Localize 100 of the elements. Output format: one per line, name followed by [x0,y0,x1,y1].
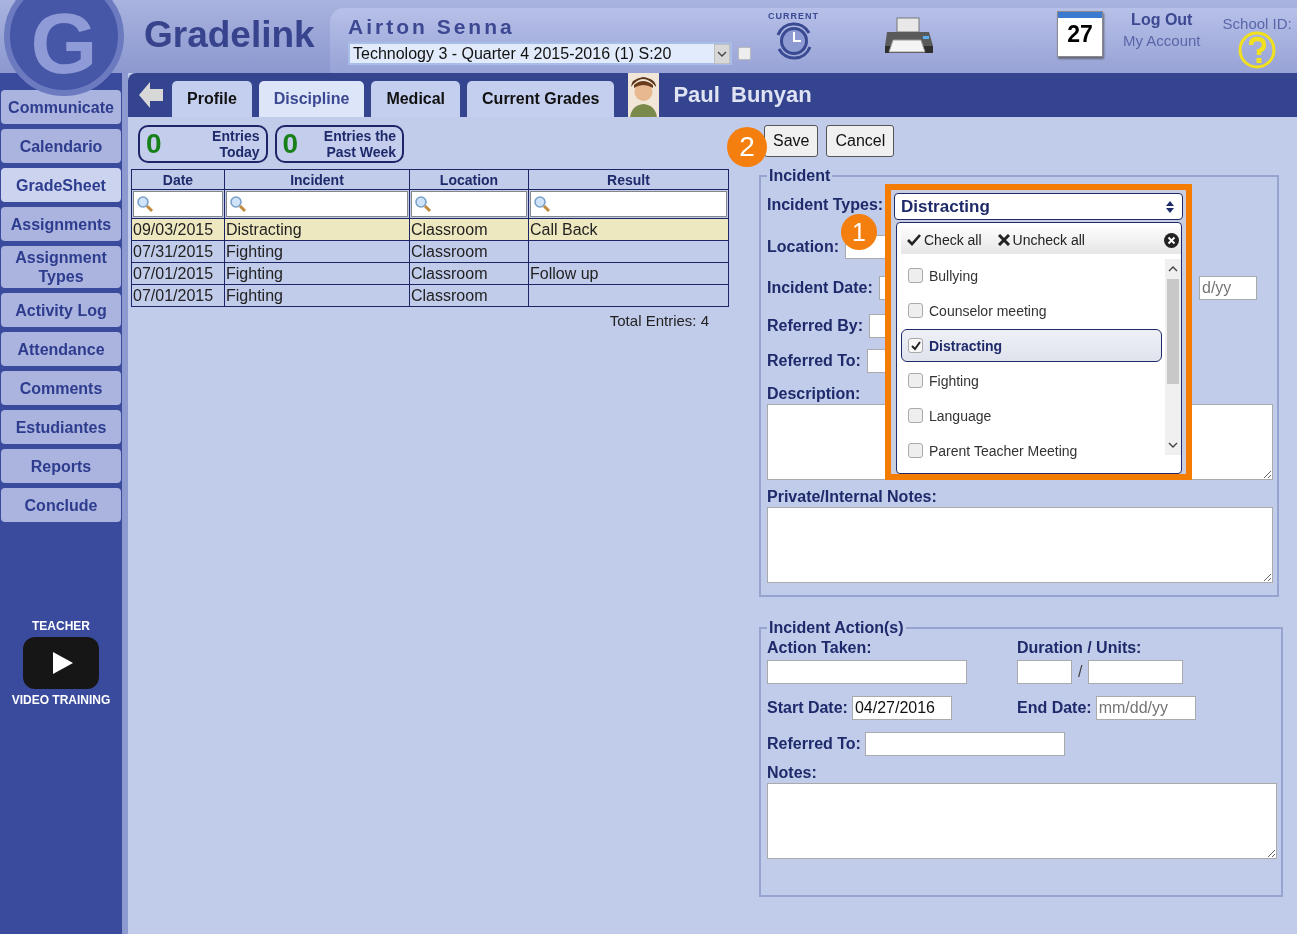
total-entries: Total Entries: 4 [609,312,709,329]
check-icon [907,234,921,246]
table-cell: Classroom [411,242,488,260]
step-number-badge: 1 [841,214,877,250]
date-field[interactable]: mm/dd/yy [1095,696,1196,720]
sidebar-item[interactable]: Assignment Types [1,246,121,288]
checkbox[interactable] [908,373,923,388]
search-field[interactable] [530,191,727,217]
field-label: Notes: [767,764,817,782]
checkbox[interactable] [908,338,923,353]
sidebar-item[interactable]: Activity Log [1,293,121,327]
input-field[interactable] [767,660,967,684]
action-button[interactable]: Cancel [826,125,895,157]
sidebar-item[interactable]: Reports [1,449,121,483]
close-icon [1164,232,1179,248]
input-field[interactable] [864,732,1065,756]
option-item[interactable]: Fighting [901,364,1162,397]
caret-icon [714,43,730,64]
class-select[interactable]: Technology 3 - Quarter 4 2015-2016 (1) S:20 [348,42,732,65]
table-cell: 07/01/2015 [133,286,214,304]
option-item[interactable]: Parent Teacher Meeting [901,434,1162,467]
option-item[interactable]: Distracting [901,329,1162,362]
sidebar-item[interactable]: Communicate [1,90,121,124]
option-item[interactable]: Bullying [901,259,1162,292]
logo-text: Gradelink [144,14,316,57]
tab[interactable]: Medical [371,81,461,117]
tab[interactable]: Current Grades [467,81,615,117]
option-item[interactable]: Counselor meeting [901,294,1162,327]
table-cell: Classroom [411,264,488,282]
student-name: Paul Bunyan [673,82,812,108]
search-field[interactable] [226,191,408,217]
field-label: Duration / Units: [1017,639,1143,657]
sidebar-item[interactable]: Conclude [1,488,121,522]
count-label: Entries Today [211,128,260,160]
date-field[interactable]: 04/27/2016 [851,696,952,720]
search-field[interactable] [411,191,527,217]
table-cell: Fighting [226,242,283,260]
checkbox[interactable] [908,408,923,423]
text-area[interactable] [767,507,1273,583]
uncheck-all-link[interactable]: Uncheck all [997,232,1085,248]
checkbox[interactable] [738,47,751,60]
check-all-link[interactable]: Check all [907,232,982,248]
table-cell: Classroom [411,220,488,238]
field-label: Private/Internal Notes: [767,488,937,506]
checkbox[interactable] [908,268,923,283]
tab[interactable]: Discipline [258,81,365,117]
section-legend: Incident [767,167,833,185]
table-cell: Fighting [226,264,283,282]
tab[interactable]: Profile [172,81,252,117]
field-label: Incident Types: [767,196,884,214]
count-number: 0 [146,128,162,160]
log-out-link[interactable]: Log Out [1131,11,1193,29]
current-label: CURRENT [768,11,819,21]
table-cell: Distracting [226,220,302,238]
school-id-label: School ID: [1222,15,1292,32]
section-legend: Incident Action(s) [767,619,906,637]
column-header[interactable]: Date [131,169,225,190]
sidebar-item[interactable]: Comments [1,371,121,405]
sidebar-item[interactable]: Assignments [1,207,121,241]
date-field[interactable]: d/yy [1199,276,1257,300]
table-cell: 07/31/2015 [133,242,214,260]
field-label: Start Date: [767,699,848,717]
separator-text: / [1078,663,1083,681]
incident-types-select[interactable]: Distracting [894,193,1183,220]
column-header[interactable]: Result [528,169,729,190]
search-icon [533,195,551,213]
count-label: Entries the Past Week [322,128,397,160]
field-label: Incident Date: [767,279,873,297]
table-cell: Call Back [530,220,598,238]
calendar-icon: 27 [1057,11,1103,57]
input-field[interactable] [1088,660,1184,684]
option-item[interactable]: Language [901,399,1162,432]
sort-arrows-icon [1166,200,1174,213]
checkbox[interactable] [908,303,923,318]
field-label: Referred To: [767,352,861,370]
action-button[interactable]: Save [764,125,819,157]
logo-icon: G [4,0,124,96]
play-button-icon [23,637,99,689]
column-header[interactable]: Location [409,169,529,190]
sidebar-item[interactable]: GradeSheet [1,168,121,202]
video-label: TEACHER [32,619,90,633]
sidebar-item[interactable]: Estudiantes [1,410,121,444]
text-area[interactable] [767,783,1277,859]
sidebar-item[interactable]: Attendance [1,332,121,366]
search-field[interactable] [133,191,223,217]
table-cell: Fighting [226,286,283,304]
field-label: Description: [767,385,861,403]
sidebar-item[interactable]: Calendario [1,129,121,163]
table-cell: Classroom [411,286,488,304]
search-icon [136,195,154,213]
field-label: Action Taken: [767,639,873,657]
help-icon [1237,30,1278,70]
column-header[interactable]: Incident [224,169,410,190]
video-label: VIDEO TRAINING [11,693,111,707]
field-label: Referred By: [767,317,864,335]
back-arrow-icon [138,81,164,109]
input-field[interactable] [1017,660,1072,684]
cross-icon [997,234,1010,246]
printer-icon [883,16,935,56]
checkbox[interactable] [908,443,923,458]
